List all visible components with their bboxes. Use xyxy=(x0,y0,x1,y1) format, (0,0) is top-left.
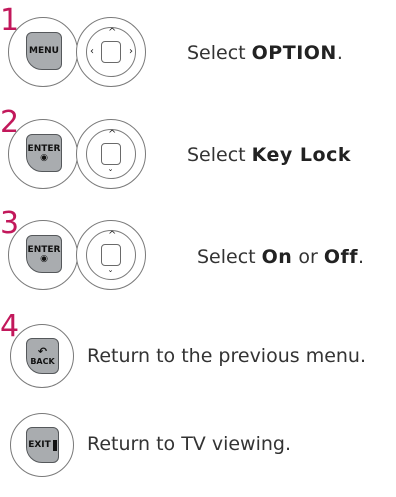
nav-pad-disc: ^ ˇ xyxy=(76,220,146,290)
left-arrow-icon: ‹ xyxy=(90,46,94,57)
enter-key-label: ENTER xyxy=(27,143,61,154)
step-1-instruction: Select OPTION. xyxy=(187,42,343,64)
up-arrow-icon: ^ xyxy=(108,129,117,140)
back-key: ↶ BACK xyxy=(26,338,59,374)
nav-pad-disc: ^ ‹ › xyxy=(76,17,146,87)
enter-key-label: ENTER xyxy=(27,244,61,255)
step-3-instruction: Select On or Off. xyxy=(197,246,364,268)
enter-dot-icon: ◉ xyxy=(40,152,48,163)
instruction-punct: . xyxy=(358,246,365,268)
back-arrow-icon: ↶ xyxy=(37,345,48,358)
remote-button-disc: ENTER ◉ xyxy=(8,119,78,189)
exit-key: EXIT xyxy=(26,427,59,463)
ok-button-icon xyxy=(101,143,121,165)
instruction-connector: or xyxy=(292,246,324,268)
up-arrow-icon: ^ xyxy=(108,230,117,241)
menu-option-name: OPTION xyxy=(251,42,337,64)
remote-button-disc: ↶ BACK xyxy=(10,324,74,388)
instruction-text: Select xyxy=(187,144,252,166)
up-arrow-icon: ^ xyxy=(108,27,117,38)
option-on: On xyxy=(261,246,293,268)
instruction-punct: . xyxy=(336,42,343,64)
down-arrow-icon: ˇ xyxy=(108,169,113,180)
back-key-label: BACK xyxy=(30,357,55,366)
enter-dot-icon: ◉ xyxy=(40,253,48,264)
option-off: Off xyxy=(323,246,359,268)
exit-instruction: Return to TV viewing. xyxy=(87,433,292,455)
ok-button-icon xyxy=(101,41,121,63)
exit-key-label: EXIT xyxy=(28,440,51,450)
enter-key: ENTER ◉ xyxy=(26,235,62,273)
remote-button-disc: EXIT xyxy=(10,413,74,477)
right-arrow-icon: › xyxy=(129,46,133,57)
exit-door-icon xyxy=(52,439,57,451)
down-arrow-icon: ˇ xyxy=(108,270,113,281)
instruction-text: Select xyxy=(197,246,262,268)
menu-option-name: Key Lock xyxy=(251,144,351,166)
step-4-instruction: Return to the previous menu. xyxy=(87,345,367,367)
menu-key: MENU xyxy=(26,32,62,70)
nav-pad-disc: ^ ˇ xyxy=(76,119,146,189)
step-2-instruction: Select Key Lock xyxy=(187,144,351,166)
instruction-text: Select xyxy=(187,42,252,64)
enter-key: ENTER ◉ xyxy=(26,134,62,172)
ok-button-icon xyxy=(101,244,121,266)
remote-button-disc: ENTER ◉ xyxy=(8,220,78,290)
remote-button-disc: MENU xyxy=(8,17,78,87)
